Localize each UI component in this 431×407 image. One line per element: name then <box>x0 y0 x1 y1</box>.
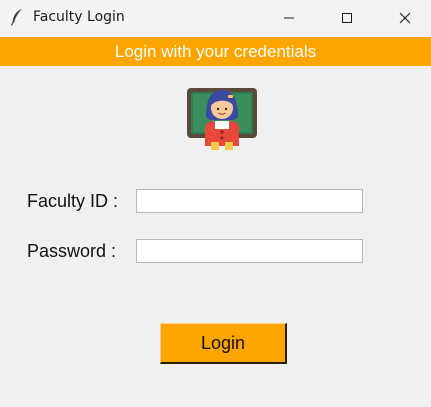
title-bar: Faculty Login <box>0 0 431 36</box>
header-banner: Login with your credentials <box>0 37 431 66</box>
close-icon <box>399 12 411 24</box>
password-label: Password : <box>27 241 117 261</box>
maximize-button[interactable] <box>324 0 370 36</box>
minimize-button[interactable] <box>266 0 312 36</box>
faculty-id-input[interactable] <box>136 189 363 213</box>
teacher-icon <box>187 88 257 150</box>
minimize-icon <box>284 17 294 19</box>
window-title: Faculty Login <box>33 9 125 25</box>
faculty-id-label: Faculty ID : <box>27 191 119 211</box>
close-button[interactable] <box>382 0 428 36</box>
maximize-icon <box>342 13 352 23</box>
login-button[interactable]: Login <box>160 323 287 364</box>
feather-icon <box>10 9 22 26</box>
banner-text: Login with your credentials <box>114 41 317 61</box>
password-input[interactable] <box>136 239 363 263</box>
